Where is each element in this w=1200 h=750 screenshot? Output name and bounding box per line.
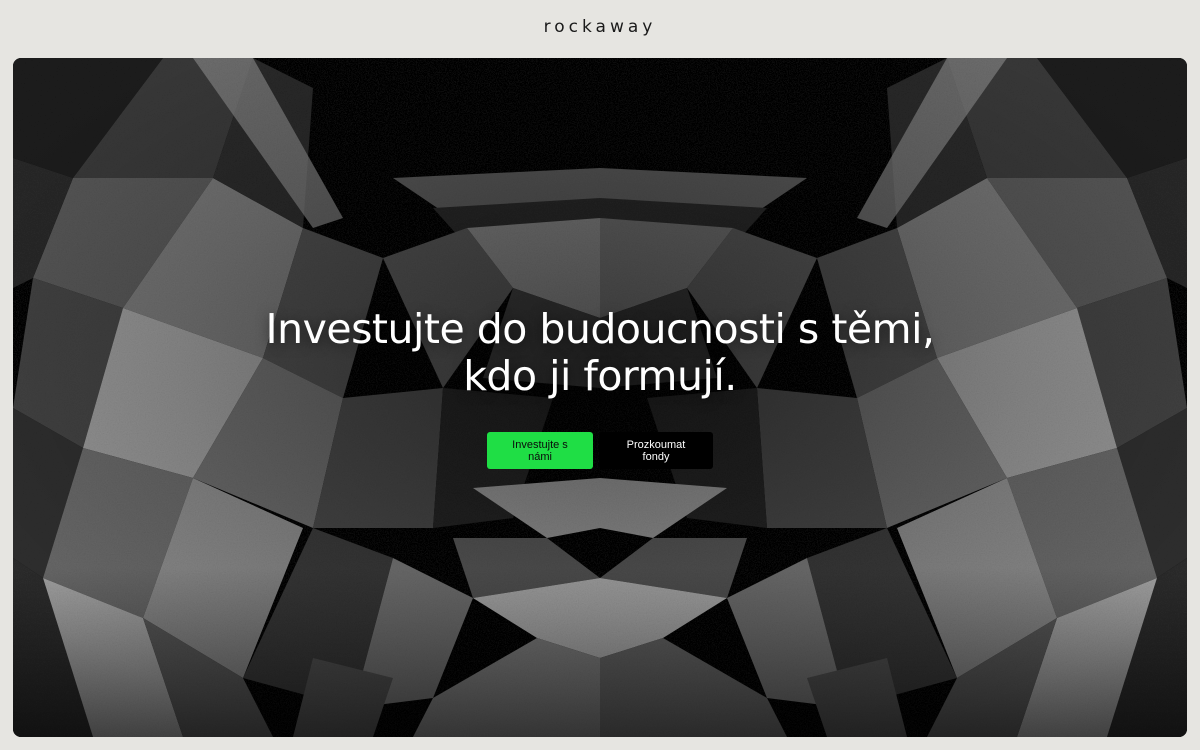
hero-content: Investujte do budoucnosti s těmi, kdo ji…: [13, 306, 1187, 469]
rockaway-logo[interactable]: rockaway: [544, 17, 657, 37]
hero-headline-line-2: kdo ji formují.: [463, 352, 737, 400]
hero-headline-line-1: Investujte do budoucnosti s těmi,: [265, 305, 936, 353]
hero-actions: Investujte s námi Prozkoumat fondy: [13, 432, 1187, 469]
explore-funds-button[interactable]: Prozkoumat fondy: [599, 432, 713, 469]
hero-section: Investujte do budoucnosti s těmi, kdo ji…: [13, 58, 1187, 737]
top-bar: rockaway: [0, 0, 1200, 58]
invest-with-us-button[interactable]: Investujte s námi: [487, 432, 593, 469]
hero-headline: Investujte do budoucnosti s těmi, kdo ji…: [13, 306, 1187, 400]
